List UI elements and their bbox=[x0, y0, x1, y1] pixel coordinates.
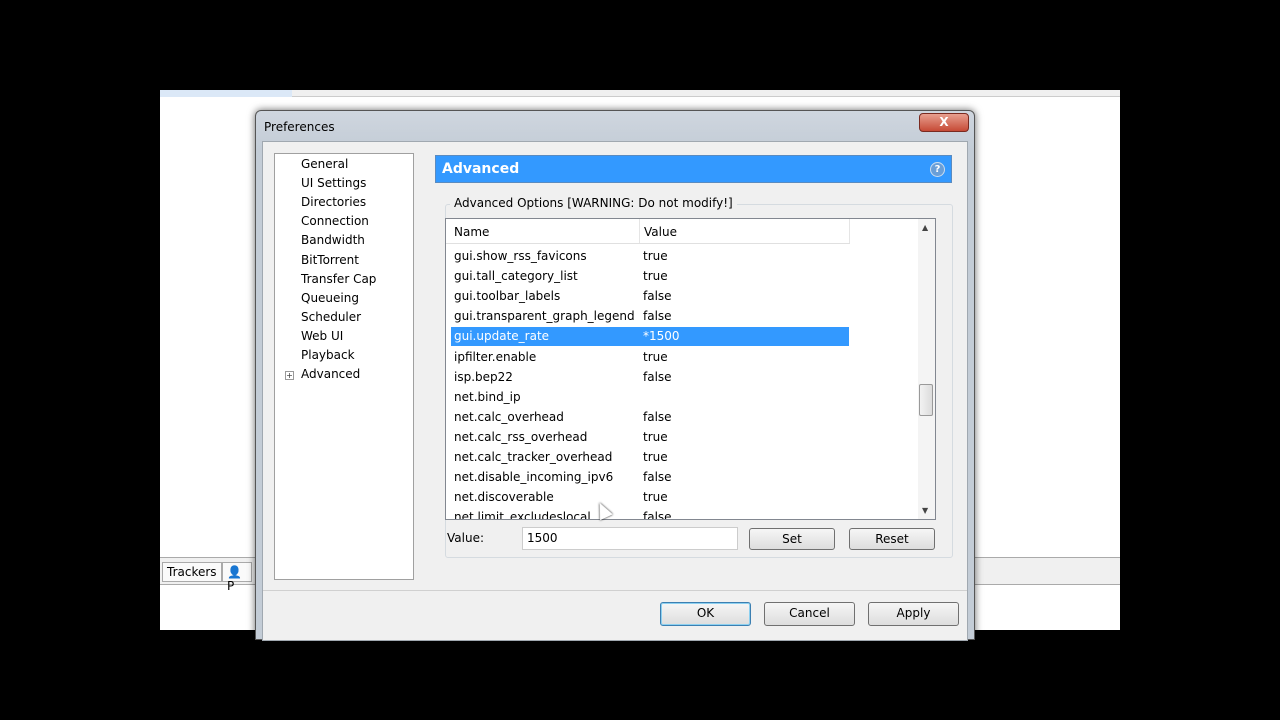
column-header-strip bbox=[160, 90, 1120, 97]
vertical-scrollbar[interactable]: ▲ ▼ bbox=[918, 219, 935, 519]
option-name: net.calc_rss_overhead bbox=[454, 429, 588, 444]
option-name: gui.show_rss_favicons bbox=[454, 249, 587, 263]
tree-item-queueing[interactable]: Queueing bbox=[301, 291, 359, 305]
option-row[interactable]: isp.bep22 false bbox=[451, 368, 849, 387]
value-label: Value: bbox=[447, 531, 484, 545]
option-row[interactable]: ipfilter.enable true bbox=[451, 348, 849, 367]
option-row[interactable]: gui.transparent_graph_legend false bbox=[451, 307, 849, 326]
list-header: Name Value bbox=[446, 219, 850, 244]
option-value: false bbox=[643, 510, 672, 520]
option-name: gui.tall_category_list bbox=[454, 269, 578, 284]
option-value: false bbox=[643, 289, 672, 304]
option-row[interactable]: net.bind_ip bbox=[451, 388, 849, 407]
peers-icon: 👤 bbox=[227, 565, 242, 579]
option-row[interactable]: net.calc_tracker_overhead true bbox=[451, 448, 849, 467]
option-value: true bbox=[643, 429, 668, 444]
option-row[interactable]: net.calc_overhead false bbox=[451, 408, 849, 427]
option-row[interactable]: net.discoverable true bbox=[451, 488, 849, 507]
expand-icon[interactable]: + bbox=[285, 371, 294, 381]
tree-item-ui-settings[interactable]: UI Settings bbox=[301, 176, 366, 190]
tab-peers[interactable]: 👤P bbox=[222, 562, 252, 593]
close-button[interactable]: X bbox=[919, 113, 969, 132]
tree-item-general[interactable]: General bbox=[301, 157, 348, 171]
option-name: net.disable_incoming_ipv6 bbox=[454, 470, 614, 485]
tree-item-transfer-cap[interactable]: Transfer Cap bbox=[301, 272, 376, 286]
option-value: true bbox=[643, 249, 668, 263]
option-row[interactable]: gui.show_rss_favicons true bbox=[451, 247, 849, 266]
tree-item-playback[interactable]: Playback bbox=[301, 348, 355, 362]
scroll-thumb[interactable] bbox=[919, 384, 933, 416]
tree-item-directories[interactable]: Directories bbox=[301, 195, 366, 209]
dialog-body: General UI Settings Directories Connection B… bbox=[262, 141, 968, 641]
option-value: true bbox=[643, 269, 668, 284]
option-row[interactable]: net.disable_incoming_ipv6 false bbox=[451, 468, 849, 487]
option-name: isp.bep22 bbox=[454, 369, 513, 384]
column-separator bbox=[849, 219, 850, 243]
option-row[interactable]: net.limit_excludeslocal false bbox=[451, 508, 849, 520]
value-input[interactable]: 1500 bbox=[522, 527, 738, 550]
divider bbox=[263, 590, 967, 591]
tree-item-connection[interactable]: Connection bbox=[301, 214, 369, 228]
scroll-down-icon[interactable]: ▼ bbox=[922, 506, 928, 515]
tree-item-advanced[interactable]: Advanced bbox=[301, 367, 360, 381]
category-tree: General UI Settings Directories Connection B… bbox=[274, 153, 414, 580]
help-icon[interactable]: ? bbox=[930, 162, 945, 177]
dialog-title: Preferences bbox=[264, 120, 335, 134]
column-separator bbox=[639, 219, 640, 243]
option-row[interactable]: gui.toolbar_labels false bbox=[451, 287, 849, 306]
scroll-up-icon[interactable]: ▲ bbox=[922, 223, 928, 232]
option-value: false bbox=[643, 409, 672, 424]
panel-title: Advanced bbox=[442, 161, 520, 177]
option-name: net.limit_excludeslocal bbox=[454, 510, 591, 520]
option-value: false bbox=[643, 309, 672, 324]
option-row[interactable]: gui.tall_category_list true bbox=[451, 267, 849, 286]
tree-item-scheduler[interactable]: Scheduler bbox=[301, 310, 361, 324]
tab-trackers[interactable]: Trackers bbox=[162, 562, 222, 582]
column-value[interactable]: Value bbox=[644, 225, 677, 239]
preferences-dialog: Preferences X General UI Settings Director… bbox=[255, 110, 975, 641]
tree-item-bandwidth[interactable]: Bandwidth bbox=[301, 233, 365, 247]
option-value: true bbox=[643, 450, 668, 464]
option-value: false bbox=[643, 369, 672, 384]
option-value: false bbox=[643, 470, 672, 485]
option-value: *1500 bbox=[643, 329, 680, 344]
option-name: net.discoverable bbox=[454, 490, 554, 505]
option-row[interactable]: gui.update_rate *1500 bbox=[451, 327, 849, 347]
apply-button[interactable]: Apply bbox=[868, 602, 959, 626]
set-button[interactable]: Set bbox=[749, 528, 835, 550]
option-name: gui.toolbar_labels bbox=[454, 289, 561, 304]
reset-button[interactable]: Reset bbox=[849, 528, 935, 550]
tree-item-bittorrent[interactable]: BitTorrent bbox=[301, 253, 359, 267]
option-name: gui.update_rate bbox=[454, 329, 550, 344]
ok-button[interactable]: OK bbox=[660, 602, 751, 626]
option-value: true bbox=[643, 490, 668, 505]
option-row[interactable]: net.calc_rss_overhead true bbox=[451, 428, 849, 447]
tab-peers-label: P bbox=[227, 579, 235, 593]
option-value: true bbox=[643, 349, 668, 364]
tree-item-web-ui[interactable]: Web UI bbox=[301, 329, 343, 343]
option-name: net.calc_overhead bbox=[454, 409, 564, 424]
option-name: net.bind_ip bbox=[454, 389, 521, 404]
selected-header bbox=[160, 90, 292, 97]
column-name[interactable]: Name bbox=[454, 225, 489, 239]
options-list: Name Value gui.show_rss_favicons true gui.… bbox=[445, 218, 936, 520]
group-label: Advanced Options [WARNING: Do not modify… bbox=[450, 196, 737, 210]
panel-header: Advanced ? bbox=[435, 155, 952, 183]
option-name: gui.transparent_graph_legend bbox=[454, 309, 635, 324]
cancel-button[interactable]: Cancel bbox=[764, 602, 855, 626]
option-name: net.calc_tracker_overhead bbox=[454, 450, 613, 464]
option-name: ipfilter.enable bbox=[454, 349, 537, 364]
